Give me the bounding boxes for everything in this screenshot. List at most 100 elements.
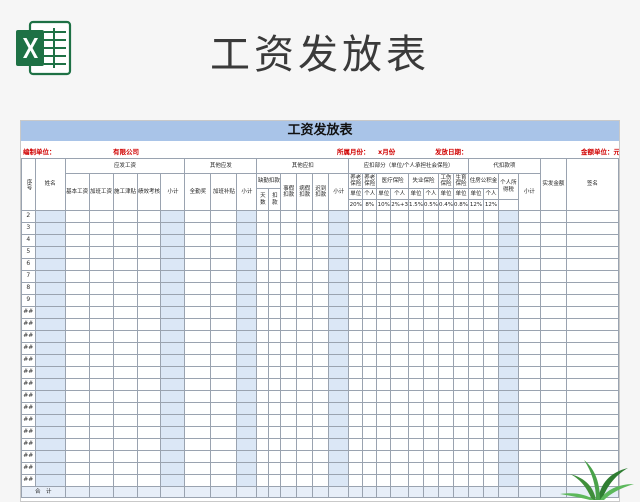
table-cell[interactable] bbox=[88, 450, 114, 463]
table-cell[interactable] bbox=[390, 414, 410, 427]
table-cell[interactable] bbox=[565, 402, 619, 415]
table-cell[interactable] bbox=[312, 354, 330, 367]
table-cell[interactable] bbox=[136, 222, 162, 235]
table-cell[interactable] bbox=[112, 306, 138, 319]
table-cell[interactable] bbox=[88, 342, 114, 355]
table-cell[interactable] bbox=[160, 318, 186, 331]
table-cell[interactable] bbox=[539, 414, 567, 427]
table-cell[interactable] bbox=[539, 390, 567, 403]
table-cell[interactable] bbox=[34, 282, 66, 295]
table-cell[interactable] bbox=[467, 474, 484, 487]
table-cell[interactable] bbox=[312, 282, 330, 295]
table-cell[interactable] bbox=[517, 402, 541, 415]
table-cell[interactable] bbox=[236, 450, 258, 463]
table-cell[interactable] bbox=[539, 366, 567, 379]
table-cell[interactable] bbox=[210, 426, 238, 439]
table-cell[interactable] bbox=[64, 390, 90, 403]
table-cell[interactable] bbox=[328, 354, 350, 367]
table-cell[interactable] bbox=[539, 402, 567, 415]
table-cell[interactable] bbox=[467, 342, 484, 355]
table-cell[interactable] bbox=[328, 246, 350, 259]
table-cell[interactable] bbox=[236, 354, 258, 367]
table-cell[interactable] bbox=[467, 402, 484, 415]
table-cell[interactable] bbox=[64, 474, 90, 487]
table-cell[interactable] bbox=[376, 210, 392, 223]
table-cell[interactable] bbox=[312, 402, 330, 415]
table-cell[interactable] bbox=[376, 402, 392, 415]
table-cell[interactable] bbox=[160, 414, 186, 427]
table-cell[interactable] bbox=[517, 294, 541, 307]
table-cell[interactable] bbox=[565, 426, 619, 439]
table-cell[interactable] bbox=[312, 222, 330, 235]
table-cell[interactable] bbox=[184, 426, 212, 439]
table-cell[interactable] bbox=[64, 402, 90, 415]
table-cell[interactable] bbox=[408, 354, 425, 367]
table-cell[interactable] bbox=[210, 294, 238, 307]
table-cell[interactable] bbox=[160, 354, 186, 367]
table-cell[interactable] bbox=[136, 378, 162, 391]
table-cell[interactable] bbox=[482, 390, 499, 403]
table-cell[interactable] bbox=[390, 210, 410, 223]
table-cell[interactable] bbox=[497, 270, 519, 283]
table-cell[interactable] bbox=[348, 390, 364, 403]
table-cell[interactable] bbox=[408, 462, 425, 475]
table-cell[interactable] bbox=[452, 474, 469, 487]
table-cell[interactable] bbox=[112, 402, 138, 415]
table-cell[interactable] bbox=[268, 294, 282, 307]
table-cell[interactable] bbox=[328, 270, 350, 283]
table-cell[interactable] bbox=[539, 378, 567, 391]
table-cell[interactable] bbox=[268, 318, 282, 331]
table-cell[interactable] bbox=[362, 438, 378, 451]
table-cell[interactable] bbox=[160, 282, 186, 295]
table-cell[interactable] bbox=[184, 474, 212, 487]
table-cell[interactable] bbox=[362, 222, 378, 235]
table-cell[interactable] bbox=[268, 474, 282, 487]
table-cell[interactable] bbox=[34, 474, 66, 487]
table-cell[interactable] bbox=[438, 378, 454, 391]
table-cell[interactable] bbox=[184, 450, 212, 463]
table-cell[interactable] bbox=[362, 294, 378, 307]
table-cell[interactable] bbox=[539, 246, 567, 259]
table-cell[interactable] bbox=[280, 210, 298, 223]
table-cell[interactable] bbox=[210, 222, 238, 235]
table-cell[interactable] bbox=[517, 330, 541, 343]
table-cell[interactable] bbox=[517, 258, 541, 271]
table-cell[interactable] bbox=[482, 402, 499, 415]
table-cell[interactable] bbox=[497, 354, 519, 367]
table-cell[interactable] bbox=[34, 294, 66, 307]
table-cell[interactable] bbox=[517, 474, 541, 487]
table-cell[interactable] bbox=[296, 234, 314, 247]
table-cell[interactable] bbox=[112, 270, 138, 283]
table-cell[interactable] bbox=[34, 426, 66, 439]
table-cell[interactable] bbox=[438, 402, 454, 415]
table-cell[interactable] bbox=[112, 282, 138, 295]
table-cell[interactable] bbox=[88, 438, 114, 451]
table-cell[interactable] bbox=[136, 450, 162, 463]
table-cell[interactable] bbox=[517, 426, 541, 439]
table-cell[interactable] bbox=[517, 246, 541, 259]
table-cell[interactable] bbox=[348, 474, 364, 487]
table-cell[interactable] bbox=[88, 378, 114, 391]
table-cell[interactable] bbox=[438, 450, 454, 463]
table-cell[interactable] bbox=[452, 438, 469, 451]
table-cell[interactable] bbox=[34, 330, 66, 343]
table-cell[interactable] bbox=[452, 354, 469, 367]
table-cell[interactable] bbox=[64, 222, 90, 235]
table-cell[interactable] bbox=[517, 390, 541, 403]
table-cell[interactable] bbox=[390, 462, 410, 475]
table-cell[interactable] bbox=[112, 354, 138, 367]
table-cell[interactable] bbox=[517, 210, 541, 223]
table-cell[interactable] bbox=[280, 378, 298, 391]
table-cell[interactable] bbox=[136, 462, 162, 475]
table-cell[interactable] bbox=[423, 390, 439, 403]
table-cell[interactable] bbox=[497, 390, 519, 403]
table-cell[interactable] bbox=[328, 474, 350, 487]
table-cell[interactable] bbox=[256, 282, 270, 295]
table-cell[interactable] bbox=[408, 438, 425, 451]
table-cell[interactable] bbox=[184, 210, 212, 223]
table-cell[interactable] bbox=[423, 330, 439, 343]
table-cell[interactable] bbox=[296, 270, 314, 283]
table-cell[interactable] bbox=[467, 378, 484, 391]
table-cell[interactable] bbox=[328, 342, 350, 355]
table-cell[interactable] bbox=[184, 342, 212, 355]
